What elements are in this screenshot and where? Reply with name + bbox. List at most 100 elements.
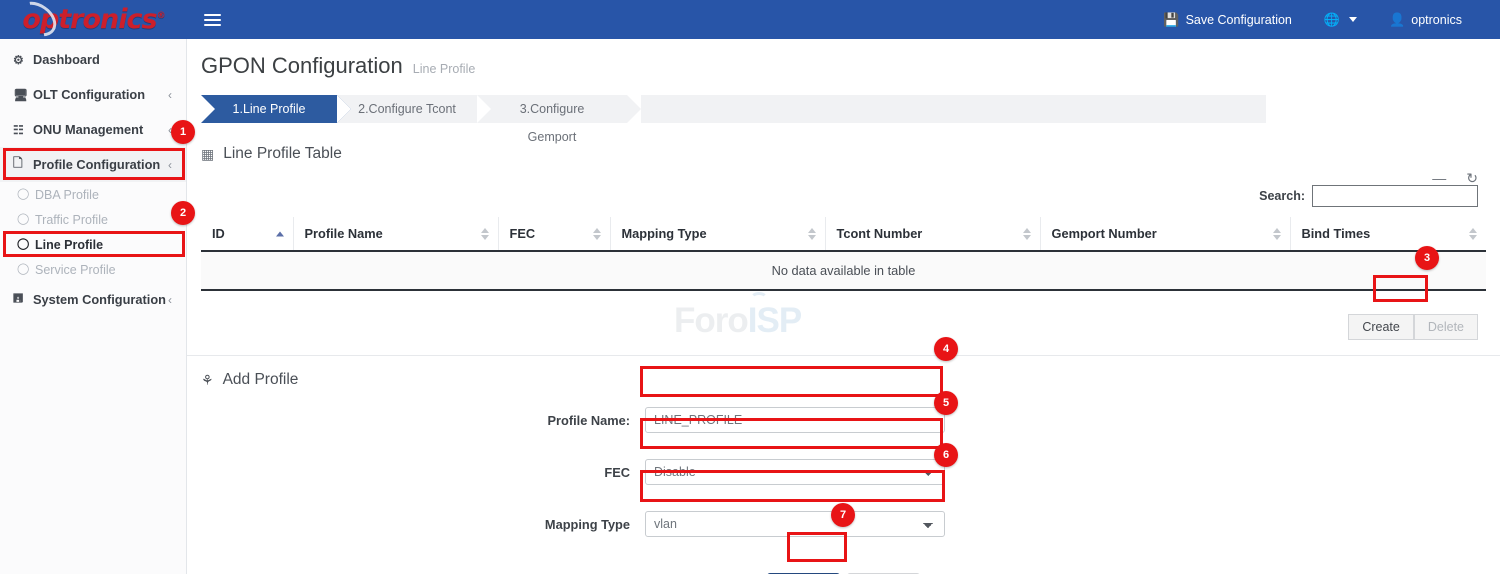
circle-icon: ◯ bbox=[17, 239, 35, 250]
column-header-id[interactable]: ID bbox=[201, 217, 293, 251]
table-header-row: ID Profile Name FEC Mapping Type Tcont N… bbox=[201, 217, 1486, 251]
circle-icon: ◯ bbox=[17, 214, 35, 225]
column-header-bind-times[interactable]: Bind Times bbox=[1290, 217, 1486, 251]
annotation-badge-4: 4 bbox=[934, 337, 958, 361]
hamburger-bar bbox=[204, 24, 221, 26]
column-label: Profile Name bbox=[305, 226, 383, 241]
sidebar-subitem-traffic-profile[interactable]: ◯ Traffic Profile bbox=[0, 207, 186, 232]
search-label: Search: bbox=[1259, 189, 1305, 203]
fec-control: DisableEnable bbox=[645, 459, 945, 485]
language-selector[interactable]: 🌐 bbox=[1308, 0, 1373, 39]
card-toolbar: — ↻ bbox=[1432, 171, 1478, 185]
column-header-tcont-number[interactable]: Tcont Number bbox=[825, 217, 1040, 251]
column-header-fec[interactable]: FEC bbox=[498, 217, 610, 251]
top-header-bar: optronics® 💾 Save Configuration 🌐 👤 optr… bbox=[0, 0, 1500, 39]
profile-name-input[interactable] bbox=[645, 407, 945, 433]
wizard-step-1[interactable]: 1.Line Profile Table bbox=[201, 95, 337, 123]
wizard-step-2[interactable]: 2.Configure Tcont bbox=[337, 95, 477, 123]
logo-wordmark: optronics® bbox=[22, 6, 164, 33]
mapping-type-select[interactable]: vlanpriorityvlan+priority bbox=[645, 511, 945, 537]
sidebar-item-label: Profile Configuration bbox=[33, 157, 168, 172]
wizard-steps: 1.Line Profile Table 2.Configure Tcont 3… bbox=[201, 95, 1266, 123]
dashboard-icon: ⚙ bbox=[13, 53, 33, 67]
circle-icon: ◯ bbox=[17, 264, 35, 275]
sidebar-item-label: System Configuration bbox=[33, 292, 168, 307]
chevron-down-icon bbox=[1349, 17, 1357, 22]
annotation-badge-7: 7 bbox=[831, 503, 855, 527]
globe-icon: 🌐 bbox=[1324, 13, 1340, 26]
search-input[interactable] bbox=[1312, 185, 1478, 207]
column-label: ID bbox=[212, 226, 225, 241]
annotation-badge-1: 1 bbox=[171, 120, 195, 144]
chevron-left-icon: ‹ bbox=[168, 88, 172, 102]
fec-label: FEC bbox=[187, 465, 645, 480]
wizard-step-3[interactable]: 3.Configure Gemport bbox=[477, 95, 627, 123]
brand-logo[interactable]: optronics® bbox=[0, 0, 187, 39]
add-profile-label: Add Profile bbox=[223, 371, 299, 389]
chevron-left-icon: ‹ bbox=[168, 293, 172, 307]
sidebar-item-label: Dashboard bbox=[33, 52, 172, 67]
hamburger-bar bbox=[204, 19, 221, 21]
sidebar-subitem-label: Service Profile bbox=[35, 263, 116, 277]
main-content: GPON Configuration Line Profile 1.Line P… bbox=[187, 39, 1500, 574]
hamburger-menu-icon[interactable] bbox=[204, 9, 226, 31]
watermark-text-2: ISP bbox=[748, 301, 801, 340]
sidebar-subitem-label: DBA Profile bbox=[35, 188, 99, 202]
sidebar-navigation: ⚙ Dashboard 🖥 OLT Configuration ‹ ☷ ONU … bbox=[0, 39, 187, 574]
create-button[interactable]: Create bbox=[1348, 314, 1414, 340]
user-menu[interactable]: 👤 optronics bbox=[1373, 0, 1478, 39]
fec-select[interactable]: DisableEnable bbox=[645, 459, 945, 485]
table-body: No data available in table bbox=[201, 251, 1486, 290]
wizard-step-label: 1.Line Profile Table bbox=[233, 102, 306, 144]
sidebar-item-dashboard[interactable]: ⚙ Dashboard bbox=[0, 42, 186, 77]
circle-icon: ◯ bbox=[17, 189, 35, 200]
sidebar-subitem-service-profile[interactable]: ◯ Service Profile bbox=[0, 257, 186, 282]
wifi-arc-icon bbox=[750, 292, 768, 306]
profile-name-label: Profile Name: bbox=[187, 413, 645, 428]
page-title: GPON Configuration bbox=[201, 53, 403, 79]
delete-button: Delete bbox=[1414, 314, 1478, 340]
sidebar-item-label: ONU Management bbox=[33, 122, 168, 137]
card-title: ▦ Line Profile Table bbox=[201, 145, 1500, 163]
watermark-text-1: Foro bbox=[674, 301, 748, 340]
annotation-badge-6: 6 bbox=[934, 443, 958, 467]
line-profile-table: ID Profile Name FEC Mapping Type Tcont N… bbox=[201, 217, 1486, 291]
table-action-buttons: Create Delete bbox=[1348, 314, 1478, 340]
table-empty-row: No data available in table bbox=[201, 251, 1486, 290]
mapping-type-label: Mapping Type bbox=[187, 517, 645, 532]
header-actions: 💾 Save Configuration 🌐 👤 optronics bbox=[1147, 0, 1500, 39]
sort-icon bbox=[1469, 228, 1477, 240]
sidebar-item-profile-configuration[interactable]: 🗋 Profile Configuration ‹ bbox=[0, 147, 186, 182]
column-label: FEC bbox=[510, 226, 536, 241]
wizard-step-label: 3.Configure Gemport bbox=[520, 102, 585, 144]
page-subtitle: Line Profile bbox=[413, 62, 476, 76]
table-icon: ▦ bbox=[201, 146, 214, 163]
sort-icon bbox=[1273, 228, 1281, 240]
sidebar-subitem-dba-profile[interactable]: ◯ DBA Profile bbox=[0, 182, 186, 207]
sidebar-item-olt-configuration[interactable]: 🖥 OLT Configuration ‹ bbox=[0, 77, 186, 112]
page-header: GPON Configuration Line Profile bbox=[187, 39, 1500, 79]
plug-icon: ⚘ bbox=[201, 372, 214, 389]
user-icon: 👤 bbox=[1389, 13, 1405, 26]
chevron-left-icon: ‹ bbox=[168, 158, 172, 172]
copy-icon: 🗋 bbox=[13, 154, 33, 175]
sidebar-subitem-label: Traffic Profile bbox=[35, 213, 108, 227]
sort-icon bbox=[593, 228, 601, 240]
sidebar-item-onu-management[interactable]: ☷ ONU Management ‹ bbox=[0, 112, 186, 147]
column-label: Bind Times bbox=[1302, 226, 1371, 241]
wizard-track bbox=[641, 95, 1266, 123]
column-header-gemport-number[interactable]: Gemport Number bbox=[1040, 217, 1290, 251]
monitor-icon: 🖥 bbox=[13, 88, 33, 102]
column-header-profile-name[interactable]: Profile Name bbox=[293, 217, 498, 251]
refresh-icon[interactable]: ↻ bbox=[1466, 171, 1478, 185]
wizard-step-label: 2.Configure Tcont bbox=[358, 102, 456, 116]
sidebar-item-system-configuration[interactable]: 🖪 System Configuration ‹ bbox=[0, 282, 186, 317]
table-empty-message: No data available in table bbox=[201, 251, 1486, 290]
sort-icon bbox=[1023, 228, 1031, 240]
column-label: Tcont Number bbox=[837, 226, 923, 241]
column-header-mapping-type[interactable]: Mapping Type bbox=[610, 217, 825, 251]
save-configuration-button[interactable]: 💾 Save Configuration bbox=[1147, 0, 1308, 39]
sidebar-subitem-line-profile[interactable]: ◯ Line Profile bbox=[0, 232, 186, 257]
sitemap-icon: ☷ bbox=[13, 123, 33, 137]
minimize-icon[interactable]: — bbox=[1432, 171, 1446, 185]
